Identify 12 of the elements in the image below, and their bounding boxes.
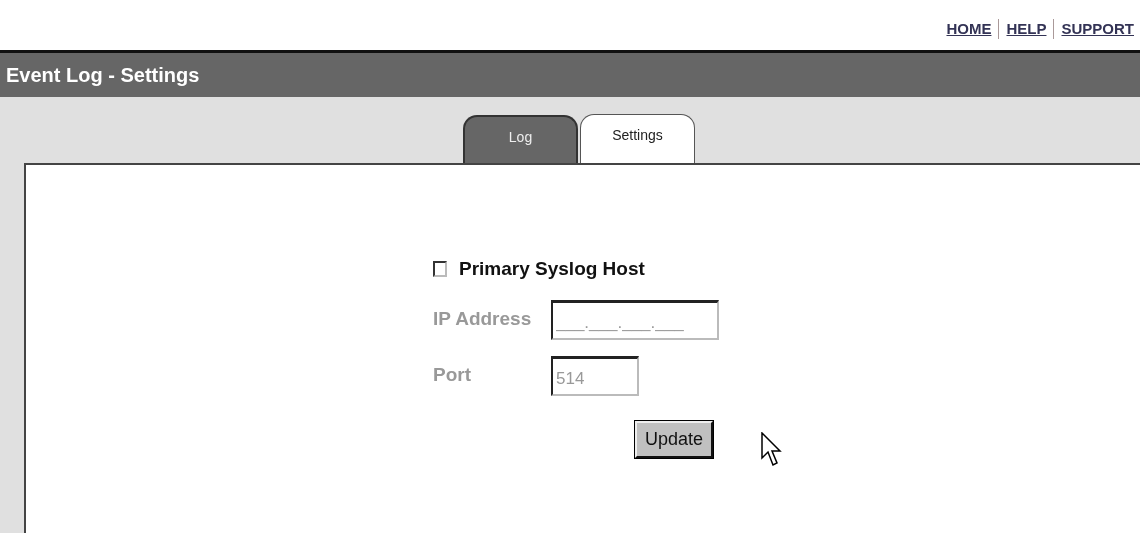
nav-link[interactable]: SUPPORT: [1061, 17, 1134, 41]
checkbox[interactable]: [433, 261, 447, 278]
update-button[interactable]: Update: [635, 421, 714, 458]
tab[interactable]: Settings: [580, 114, 695, 163]
field-label: Port: [433, 363, 472, 388]
nav-link[interactable]: HOME: [946, 17, 992, 41]
page-title: Event Log - Settings: [6, 64, 200, 86]
mouse-cursor-icon: [761, 431, 784, 468]
checkbox-label: Primary Syslog Host: [459, 257, 645, 281]
nav-link[interactable]: HELP: [1006, 17, 1047, 41]
field-label: IP Address: [433, 307, 533, 332]
tab[interactable]: Log: [463, 115, 578, 163]
